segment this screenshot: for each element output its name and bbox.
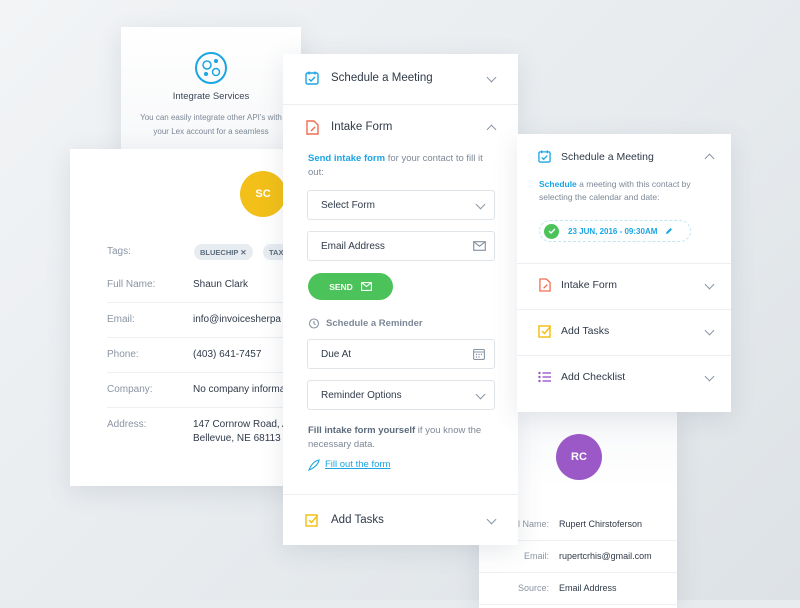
alarm-clock-icon: [308, 317, 320, 329]
feather-icon: [308, 459, 320, 471]
field-label: Email:: [107, 314, 135, 325]
calendar-check-icon: [305, 71, 319, 85]
calendar-icon[interactable]: [473, 348, 485, 360]
chevron-down-icon[interactable]: [704, 279, 715, 290]
envelope-icon: [473, 241, 486, 251]
accordion-title: Schedule a Meeting: [561, 151, 654, 163]
email-address-field[interactable]: Email Address: [307, 231, 495, 261]
field-label: Phone:: [107, 349, 139, 360]
checkbox-icon: [538, 324, 552, 338]
tags-label: Tags:: [107, 246, 131, 257]
send-mail-icon: [360, 282, 372, 291]
intake-description: Send intake form for your contact to fil…: [308, 152, 498, 180]
field-value: Rupert Chirstoferson: [559, 519, 643, 529]
bottom-row-source: Source: Email Address: [479, 572, 677, 605]
accordion-intake-form[interactable]: Intake Form: [517, 264, 731, 310]
field-value-line2: Bellevue, NE 68113: [193, 433, 281, 444]
integrate-services-card: Integrate Services You can easily integr…: [121, 27, 301, 167]
chevron-down-icon[interactable]: [486, 72, 497, 83]
contact-row-company: Company: No company informa: [107, 372, 310, 408]
select-form-dropdown[interactable]: Select Form: [307, 190, 495, 220]
accordion-schedule-meeting[interactable]: Schedule a Meeting: [283, 54, 518, 105]
accordion-title: Schedule a Meeting: [331, 72, 433, 84]
email-placeholder: Email Address: [321, 241, 385, 252]
send-button[interactable]: SEND: [308, 273, 393, 300]
field-value: No company informa: [193, 384, 286, 395]
field-label: Address:: [107, 419, 147, 430]
accordion-add-checklist[interactable]: Add Checklist: [517, 356, 731, 401]
send-label: SEND: [329, 281, 353, 292]
due-at-placeholder: Due At: [321, 349, 352, 360]
fill-out-form-link[interactable]: Fill out the form: [325, 459, 390, 470]
accordion-title: Intake Form: [561, 279, 618, 291]
reminder-options-label: Reminder Options: [321, 390, 402, 401]
chevron-down-icon[interactable]: [704, 371, 715, 382]
field-value[interactable]: rupertcrhis@gmail.com: [559, 551, 652, 561]
integrate-title: Integrate Services: [172, 91, 250, 102]
accordion-add-tasks[interactable]: Add Tasks: [283, 495, 518, 545]
contact-row-phone: Phone: (403) 641-7457: [107, 337, 310, 373]
chevron-down-icon[interactable]: [704, 325, 715, 336]
schedule-description: Schedule a meeting with this contact by …: [539, 178, 719, 204]
schedule-desc-bold: Schedule: [539, 179, 577, 189]
avatar: SC: [240, 171, 286, 217]
reminder-options-dropdown[interactable]: Reminder Options: [307, 380, 495, 410]
chevron-up-icon[interactable]: [704, 153, 715, 164]
schedule-panel: Schedule a Meeting Schedule a meeting wi…: [517, 134, 731, 412]
chevron-down-icon: [475, 389, 486, 400]
select-form-label: Select Form: [321, 200, 375, 211]
chevron-down-icon: [475, 199, 486, 210]
contact-row-email: Email: info@invoicesherpa: [107, 302, 310, 338]
selected-date-pill[interactable]: 23 JUN, 2016 - 09:30AM: [539, 220, 691, 242]
field-value: Email Address: [559, 583, 617, 593]
accordion-title: Intake Form: [331, 121, 393, 133]
schedule-reminder-label[interactable]: Schedule a Reminder: [326, 318, 423, 329]
intake-form-icon: [306, 120, 319, 135]
checklist-icon: [538, 371, 552, 383]
accordion-title: Add Tasks: [561, 325, 610, 337]
field-label: Email:: [523, 551, 549, 561]
fill-bold: Fill intake form yourself: [308, 425, 416, 436]
actions-panel: Schedule a Meeting Intake Form Send inta…: [283, 54, 518, 545]
field-value: Shaun Clark: [193, 279, 249, 290]
field-value: 147 Cornrow Road, A: [193, 419, 289, 430]
field-value[interactable]: info@invoicesherpa: [193, 314, 281, 325]
edit-pencil-icon[interactable]: [665, 227, 673, 235]
checkbox-icon: [305, 513, 319, 527]
contact-card: SC Tags: BLUECHIP ✕ TAX Full Name: Shaun …: [70, 149, 310, 486]
field-value: (403) 641-7457: [193, 349, 262, 360]
accordion-schedule-meeting: Schedule a Meeting Schedule a meeting wi…: [517, 134, 731, 264]
accordion-title: Add Checklist: [561, 371, 626, 383]
accordion-intake-form: Intake Form Send intake form for your co…: [283, 105, 518, 495]
fill-yourself-text: Fill intake form yourself if you know th…: [308, 424, 498, 452]
accordion-title: Add Tasks: [331, 514, 384, 526]
contact-row-address: Address: 147 Cornrow Road, A Bellevue, NE …: [107, 407, 310, 457]
integration-globe-icon: [194, 51, 228, 85]
field-label: Company:: [107, 384, 153, 395]
field-label: Source:: [517, 583, 549, 593]
intake-form-icon: [539, 278, 551, 292]
integrate-description: You can easily integrate other API's wit…: [140, 113, 282, 136]
intake-desc-bold: Send intake form: [308, 153, 386, 164]
field-label: Full Name:: [107, 279, 156, 290]
tag-bluechip[interactable]: BLUECHIP ✕: [194, 244, 253, 260]
check-circle-icon: [544, 223, 559, 239]
calendar-check-icon: [538, 150, 551, 163]
selected-date: 23 JUN, 2016 - 09:30AM: [568, 226, 658, 236]
due-at-field[interactable]: Due At: [307, 339, 495, 369]
contact-row-name: Full Name: Shaun Clark: [107, 267, 310, 303]
avatar: RC: [556, 434, 602, 480]
chevron-up-icon[interactable]: [486, 124, 497, 135]
chevron-down-icon[interactable]: [486, 514, 497, 525]
field-label: l Name:: [517, 519, 549, 529]
accordion-add-tasks[interactable]: Add Tasks: [517, 310, 731, 356]
